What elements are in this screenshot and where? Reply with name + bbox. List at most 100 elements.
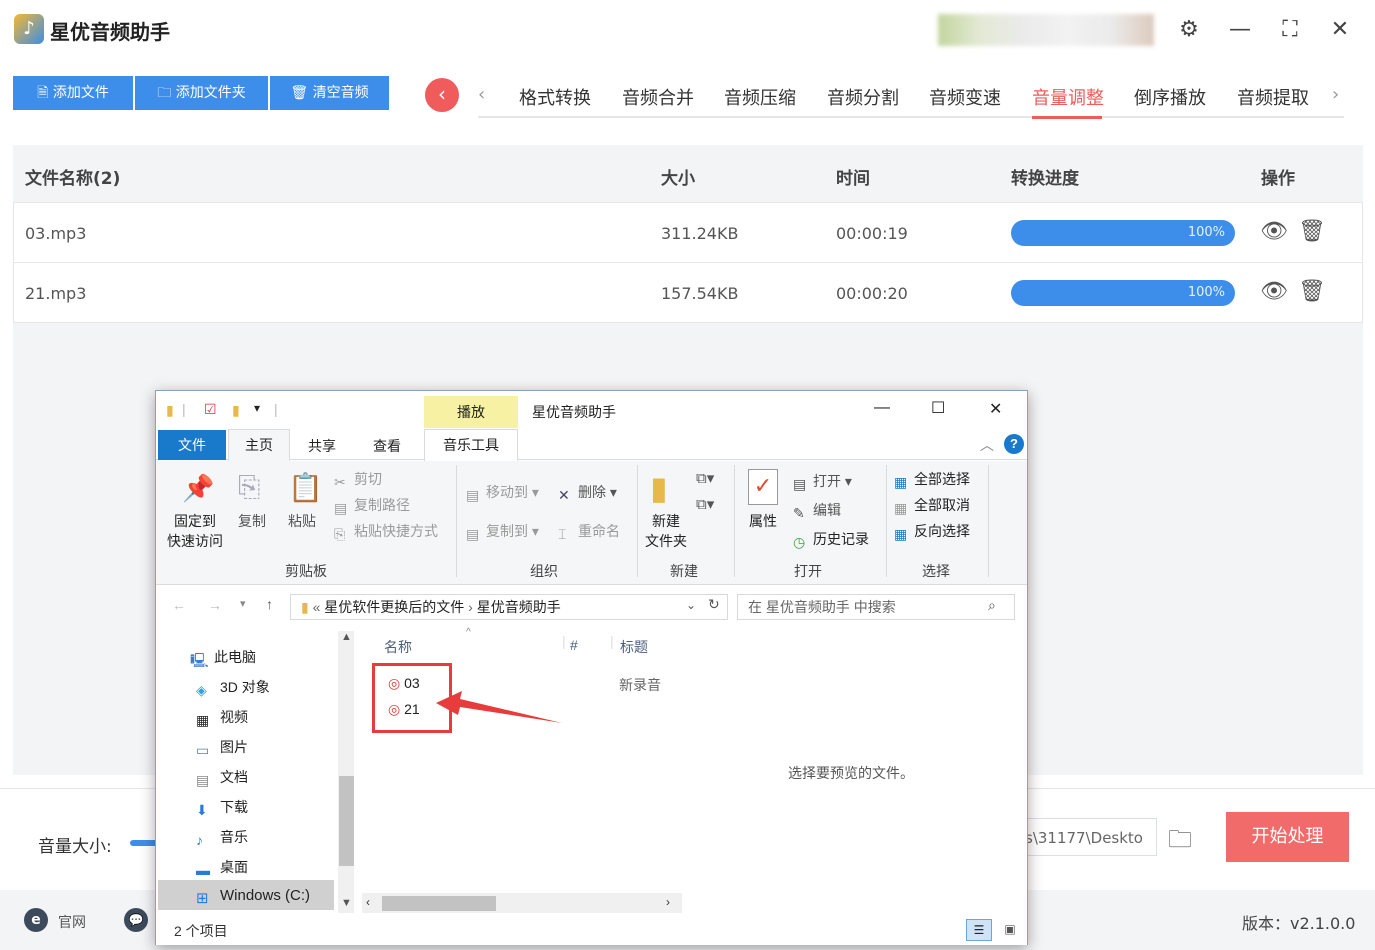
copy-to-button[interactable]: ▤ 复制到 ▾ xyxy=(466,521,539,542)
breadcrumb-separator[interactable]: › xyxy=(468,599,473,615)
ribbon-tab-home[interactable]: 主页 xyxy=(228,429,290,461)
pin-quick-access-button[interactable]: 固定到 快速访问 xyxy=(164,511,226,551)
properties-check-icon[interactable]: ☑ xyxy=(204,401,217,418)
ribbon-collapse-icon[interactable]: ︿ xyxy=(980,435,994,455)
address-dropdown-icon[interactable]: ⌄ xyxy=(686,598,696,612)
nav-scroll-thumb[interactable] xyxy=(339,776,354,866)
nav-pictures[interactable]: ▭ 图片 xyxy=(196,737,248,758)
website-icon[interactable]: e xyxy=(24,908,48,932)
ribbon-tab-music-tools[interactable]: 音乐工具 xyxy=(424,429,518,461)
minimize-button[interactable]: — xyxy=(1226,16,1254,44)
row2-preview-eye-icon[interactable]: 👁 xyxy=(1260,279,1288,304)
nav-downloads[interactable]: ⬇ 下载 xyxy=(196,797,248,818)
nav-scrollbar[interactable] xyxy=(338,631,354,913)
settings-icon[interactable]: ⚙ xyxy=(1175,16,1203,44)
tab-format-convert[interactable]: 格式转换 xyxy=(519,84,591,110)
scroll-down-icon[interactable]: ▼ xyxy=(341,897,352,909)
ribbon-tab-file[interactable]: 文件 xyxy=(158,430,226,460)
output-path-field[interactable]: s\31177\Deskto xyxy=(1015,818,1157,856)
row1-delete-trash-icon[interactable]: 🗑 xyxy=(1298,219,1326,244)
column-number[interactable]: # xyxy=(570,637,578,653)
column-title[interactable]: 标题 xyxy=(620,637,648,657)
nav-desktop[interactable]: ▬ 桌面 xyxy=(196,857,248,878)
explorer-maximize-button[interactable]: ☐ xyxy=(931,398,945,418)
invert-selection-button[interactable]: ▦ 反向选择 xyxy=(894,521,970,542)
tab-volume-adjust[interactable]: 音量调整 xyxy=(1032,84,1104,110)
large-icons-view-icon[interactable]: ▣ xyxy=(998,919,1022,941)
refresh-icon[interactable]: ↻ xyxy=(708,596,720,613)
select-all-button[interactable]: ▦ 全部选择 xyxy=(894,469,970,490)
add-folder-button[interactable]: 🗀 添加文件夹 xyxy=(135,76,268,110)
paste-button[interactable]: 粘贴 xyxy=(284,511,320,531)
nav-documents[interactable]: ▤ 文档 xyxy=(196,767,248,788)
nav-this-pc[interactable]: 🖳 此电脑 xyxy=(190,647,256,668)
row2-delete-trash-icon[interactable]: 🗑 xyxy=(1298,279,1326,304)
nav-videos[interactable]: ▦ 视频 xyxy=(196,707,248,728)
paste-shortcut-button[interactable]: ⎘ 粘贴快捷方式 xyxy=(334,521,438,542)
chat-icon[interactable]: 💬 xyxy=(124,908,148,932)
ribbon-tab-view[interactable]: 查看 xyxy=(373,436,401,456)
tab-audio-merge[interactable]: 音频合并 xyxy=(622,84,694,110)
nav-3d-objects[interactable]: ◈ 3D 对象 xyxy=(196,677,270,698)
quick-access-folder-icon[interactable]: ▮ xyxy=(166,402,174,419)
scroll-left-icon[interactable]: ‹ xyxy=(366,895,370,909)
new-item-icon[interactable]: ⧉▾ xyxy=(696,469,714,487)
explorer-close-button[interactable]: ✕ xyxy=(989,399,1002,419)
address-bar[interactable]: ▮ « 星优软件更换后的文件 › 星优音频助手 xyxy=(290,594,728,620)
horizontal-scroll-thumb[interactable] xyxy=(382,896,496,911)
maximize-button[interactable]: ⛶ xyxy=(1276,16,1304,44)
select-none-button[interactable]: ▦ 全部取消 xyxy=(894,495,970,516)
cut-button[interactable]: ✂ 剪切 xyxy=(334,469,382,490)
website-link[interactable]: 官网 xyxy=(58,912,86,932)
forward-arrow-icon[interactable]: → xyxy=(208,597,222,613)
tabs-back-button[interactable]: ‹ xyxy=(425,78,459,112)
tab-audio-speed[interactable]: 音频变速 xyxy=(929,84,1001,110)
qat-divider: | xyxy=(274,401,278,417)
open-button[interactable]: ▤ 打开 ▾ xyxy=(793,471,852,492)
rename-button[interactable]: ⌶ 重命名 xyxy=(558,521,620,542)
easy-access-icon[interactable]: ⧉▾ xyxy=(696,495,714,513)
open-folder-icon[interactable]: 🗀 xyxy=(1168,822,1192,863)
back-arrow-icon[interactable]: ← xyxy=(172,597,186,613)
breadcrumb-current[interactable]: 星优音频助手 xyxy=(477,599,561,615)
tab-audio-extract[interactable]: 音频提取 xyxy=(1237,84,1309,110)
scroll-right-icon[interactable]: › xyxy=(666,895,670,909)
details-view-icon[interactable]: ☰ xyxy=(966,919,992,941)
history-icon: ◷ xyxy=(793,534,806,550)
ribbon-tab-share[interactable]: 共享 xyxy=(308,436,336,456)
row1-preview-eye-icon[interactable]: 👁 xyxy=(1260,219,1288,244)
breadcrumb-parent[interactable]: 星优软件更换后的文件 xyxy=(324,599,464,615)
scroll-up-icon[interactable]: ▲ xyxy=(341,631,352,643)
copy-button[interactable]: 复制 xyxy=(234,511,270,531)
new-folder-qat-icon[interactable]: ▮ xyxy=(232,402,240,419)
user-avatar-blurred[interactable] xyxy=(938,14,1154,46)
start-processing-button[interactable]: 开始处理 xyxy=(1226,812,1349,862)
delete-button[interactable]: ✕ 删除 ▾ xyxy=(558,482,617,503)
tabs-scroll-left-icon[interactable]: ‹ xyxy=(478,84,485,105)
search-input[interactable]: 在 星优音频助手 中搜索 xyxy=(737,594,1015,620)
new-folder-button[interactable]: 新建 文件夹 xyxy=(640,511,692,551)
close-button[interactable]: ✕ xyxy=(1326,16,1354,44)
select-none-icon: ▦ xyxy=(894,500,908,516)
tab-audio-compress[interactable]: 音频压缩 xyxy=(724,84,796,110)
help-icon[interactable]: ? xyxy=(1004,434,1024,454)
recent-dropdown-icon[interactable]: ▾ xyxy=(240,597,246,610)
tab-reverse-play[interactable]: 倒序播放 xyxy=(1134,84,1206,110)
add-file-button[interactable]: 🗎 添加文件 xyxy=(13,76,133,110)
copy-path-button[interactable]: ▤ 复制路径 xyxy=(334,495,410,516)
column-name[interactable]: 名称 xyxy=(384,637,412,657)
explorer-minimize-button[interactable]: — xyxy=(874,399,890,417)
up-arrow-icon[interactable]: ↑ xyxy=(266,596,273,612)
history-button[interactable]: ◷ 历史记录 xyxy=(793,529,869,550)
qat-dropdown-icon[interactable]: ▾ xyxy=(254,401,260,415)
clear-audio-button[interactable]: 🗑 清空音频 xyxy=(270,76,389,110)
move-to-button[interactable]: ▤ 移动到 ▾ xyxy=(466,482,539,503)
nav-music[interactable]: ♪ 音乐 xyxy=(196,827,248,848)
address-overflow[interactable]: « xyxy=(313,599,321,615)
edit-button[interactable]: ✎ 编辑 xyxy=(793,500,841,521)
nav-windows-c-drive[interactable]: ⊞ Windows (C:) xyxy=(196,887,310,907)
tab-audio-split[interactable]: 音频分割 xyxy=(827,84,899,110)
navigation-pane xyxy=(156,627,356,917)
properties-button[interactable]: 属性 xyxy=(740,511,786,531)
tabs-scroll-right-icon[interactable]: › xyxy=(1332,84,1339,105)
